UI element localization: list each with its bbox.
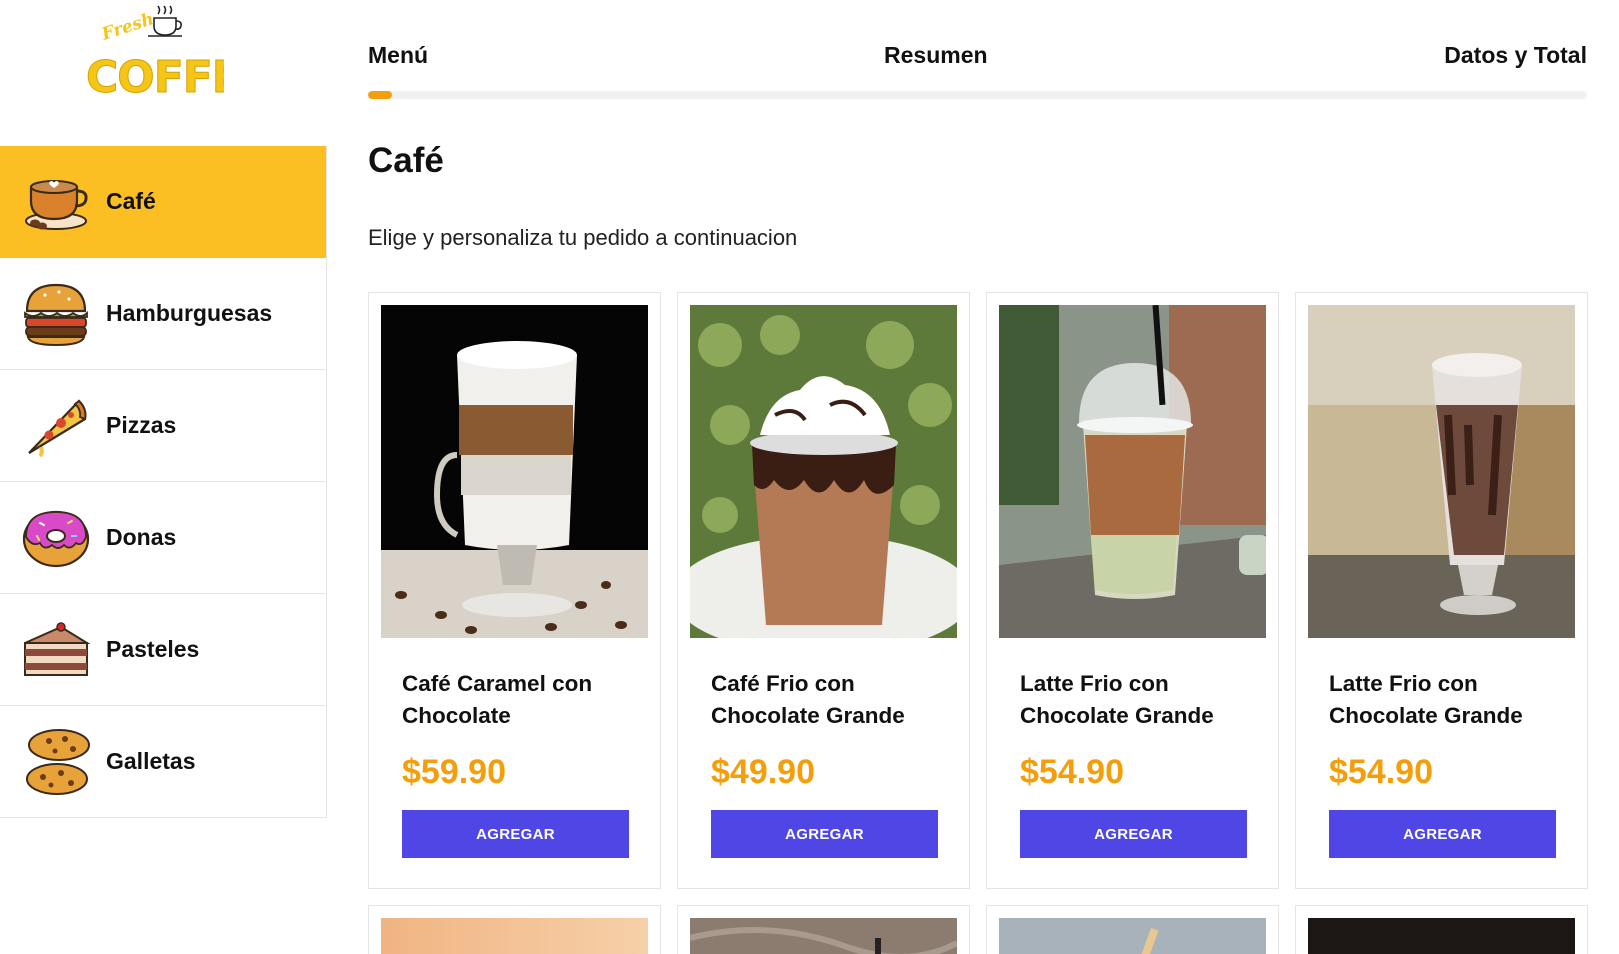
add-to-order-button[interactable]: AGREGAR (711, 810, 938, 858)
product-image (381, 305, 648, 638)
product-price: $54.90 (1329, 753, 1433, 791)
product-image (381, 918, 648, 954)
sidebar-item-galletas[interactable]: Galletas (0, 706, 326, 818)
step-menu[interactable]: Menú (368, 42, 428, 69)
product-image (999, 305, 1266, 638)
product-image (1308, 305, 1575, 638)
add-to-order-button[interactable]: AGREGAR (1020, 810, 1247, 858)
product-price: $59.90 (402, 753, 506, 791)
sidebar-item-cafe[interactable]: Café (0, 146, 326, 258)
product-card (1295, 905, 1588, 954)
pizza-icon (18, 391, 94, 461)
product-card: Café Frio con Chocolate Grande $49.90 AG… (677, 292, 970, 889)
sidebar: Fresh COFFEE Café (0, 0, 327, 954)
category-list: Café Hamburguesas Pizzas Donas Pasteles … (0, 146, 327, 818)
product-name: Latte Frio con Chocolate Grande (1020, 671, 1214, 728)
progress-bar-fill (368, 91, 392, 99)
product-price: $49.90 (711, 753, 815, 791)
product-name: Café Frio con Chocolate Grande (711, 671, 905, 728)
sidebar-item-label: Pizzas (106, 412, 177, 438)
burger-icon (18, 279, 94, 349)
sidebar-item-hamburguesas[interactable]: Hamburguesas (0, 258, 326, 370)
product-image (690, 305, 957, 638)
sidebar-item-pizzas[interactable]: Pizzas (0, 370, 326, 482)
product-image (999, 918, 1266, 954)
product-card: Latte Frio con Chocolate Grande $54.90 A… (1295, 292, 1588, 889)
fresh-coffee-logo: Fresh COFFEE (84, 2, 271, 104)
cake-icon (18, 615, 94, 685)
progress-bar (368, 91, 1587, 99)
add-to-order-button[interactable]: AGREGAR (1329, 810, 1556, 858)
sidebar-item-label: Pasteles (106, 636, 200, 662)
product-card: Café Caramel con Chocolate $59.90 AGREGA… (368, 292, 661, 889)
page-title: Café (368, 141, 444, 180)
product-card (677, 905, 970, 954)
sidebar-item-label: Donas (106, 524, 177, 550)
sidebar-item-label: Café (106, 188, 156, 214)
svg-text:Fresh: Fresh (98, 9, 156, 45)
svg-text:COFFEE: COFFEE (86, 52, 224, 102)
product-image (690, 918, 957, 954)
step-datos-total[interactable]: Datos y Total (1444, 42, 1587, 69)
product-card: Latte Frio con Chocolate Grande $54.90 A… (986, 292, 1279, 889)
step-resumen[interactable]: Resumen (884, 42, 988, 69)
main-content: Menú Resumen Datos y Total Café Elige y … (368, 0, 1588, 954)
coffee-cup-icon (18, 167, 94, 237)
product-image (1308, 918, 1575, 954)
sidebar-item-pasteles[interactable]: Pasteles (0, 594, 326, 706)
donut-icon (18, 503, 94, 573)
page-subtitle: Elige y personaliza tu pedido a continua… (368, 225, 798, 250)
product-card (368, 905, 661, 954)
product-name: Café Caramel con Chocolate (402, 671, 593, 728)
product-name: Latte Frio con Chocolate Grande (1329, 671, 1523, 728)
sidebar-item-donas[interactable]: Donas (0, 482, 326, 594)
product-price: $54.90 (1020, 753, 1124, 791)
product-card (986, 905, 1279, 954)
cookies-icon (18, 727, 94, 797)
sidebar-item-label: Hamburguesas (106, 300, 273, 326)
add-to-order-button[interactable]: AGREGAR (402, 810, 629, 858)
checkout-steps: Menú Resumen Datos y Total (368, 42, 1587, 72)
sidebar-item-label: Galletas (106, 748, 196, 774)
